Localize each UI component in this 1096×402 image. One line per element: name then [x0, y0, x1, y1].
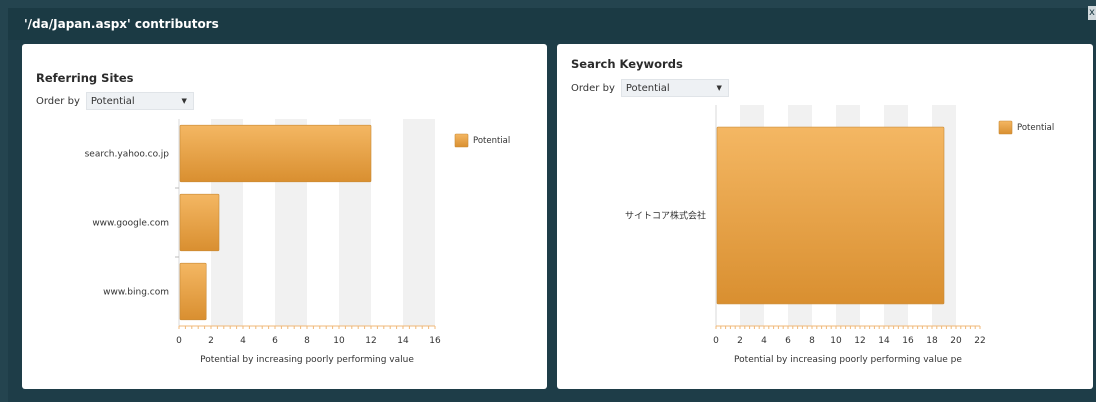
chart-bar [716, 126, 945, 305]
search-keywords-panel: Search Keywords Order by Potential ▼ 024… [557, 44, 1093, 389]
x-tick-label: 6 [272, 336, 278, 346]
chart-bar [179, 124, 372, 183]
x-tick-label: 14 [397, 336, 409, 346]
x-tick-label: 4 [240, 336, 246, 346]
referring-sites-panel: Referring Sites Order by Potential ▼ 024… [22, 44, 547, 389]
window-title: '/da/Japan.aspx' contributors [24, 17, 219, 31]
x-tick-label: 2 [208, 336, 214, 346]
x-tick-label: 2 [737, 336, 743, 346]
x-tick-label: 14 [878, 336, 890, 346]
search-keywords-chart: 0 2 4 6 8 10 12 14 16 18 20 22 Potential by increasi… [625, 105, 1054, 365]
x-tick-label: 6 [785, 336, 791, 346]
x-tick-label: 22 [974, 336, 985, 346]
legend-label: Potential [473, 136, 510, 146]
x-tick-label: 0 [176, 336, 182, 346]
y-category-label: サイトコア株式会社 [625, 210, 706, 222]
y-category-label: www.bing.com [103, 288, 169, 298]
y-category-label: search.yahoo.co.jp [85, 150, 170, 160]
x-axis-title: Potential by increasing poorly performin… [734, 355, 962, 365]
x-tick-label: 0 [713, 336, 719, 346]
x-tick-label: 10 [333, 336, 345, 346]
close-button[interactable]: x [1088, 6, 1096, 20]
x-tick-label: 16 [902, 336, 914, 346]
y-category-label: www.google.com [92, 219, 169, 229]
x-tick-label: 10 [830, 336, 842, 346]
x-tick-label: 8 [809, 336, 815, 346]
x-axis-title: Potential by increasing poorly performin… [200, 355, 414, 365]
legend-label: Potential [1017, 123, 1054, 133]
legend-swatch [454, 133, 469, 148]
x-tick-label: 12 [365, 336, 376, 346]
x-tick-label: 16 [429, 336, 441, 346]
x-tick-label: 12 [854, 336, 865, 346]
referring-sites-chart: 0 2 4 6 8 10 12 14 16 Potential by increasing poo… [85, 119, 510, 365]
chart-bar [179, 193, 220, 252]
x-tick-label: 18 [926, 336, 938, 346]
grid-band [403, 119, 435, 326]
chart-bar [179, 262, 207, 321]
x-tick-label: 8 [304, 336, 310, 346]
x-tick-label: 20 [950, 336, 962, 346]
x-tick-label: 4 [761, 336, 767, 346]
legend-swatch [998, 120, 1013, 135]
window-titlebar: '/da/Japan.aspx' contributors [8, 8, 1096, 40]
